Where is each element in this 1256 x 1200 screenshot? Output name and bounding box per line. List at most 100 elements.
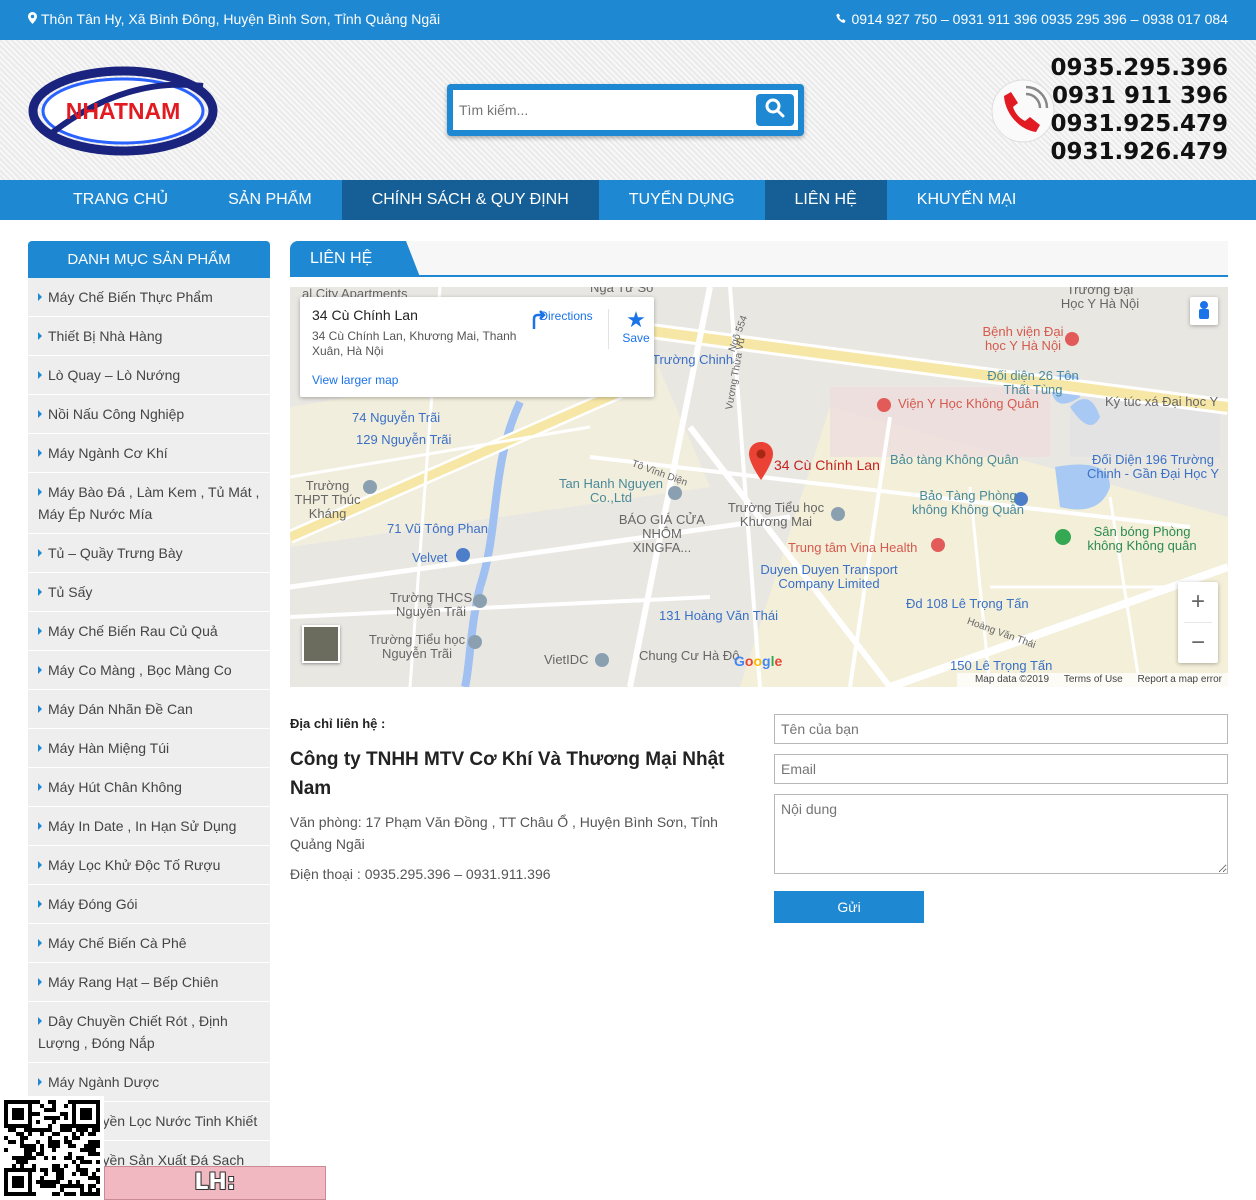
sidebar-category-item[interactable]: Máy Ngành Cơ Khí bbox=[28, 434, 270, 473]
qr-code bbox=[0, 1096, 104, 1200]
map-place-title: 34 Cù Chính Lan bbox=[312, 307, 418, 323]
caret-right-icon bbox=[38, 900, 42, 908]
view-larger-map-link[interactable]: View larger map bbox=[312, 373, 398, 387]
sidebar-category-label: Máy Ngành Dược bbox=[48, 1074, 160, 1090]
sidebar-category-item[interactable]: Máy Hút Chân Không bbox=[28, 768, 270, 807]
map-place-label[interactable]: Đd 108 Lê Trọng Tấn bbox=[906, 597, 1029, 611]
nav-item-contact[interactable]: LIÊN HỆ bbox=[764, 180, 887, 220]
map-place-label[interactable]: Trường Đại Học Y Hà Nội bbox=[1055, 287, 1145, 311]
map-place-label[interactable]: Viện Y Học Không Quân bbox=[898, 397, 1039, 411]
hotline-number[interactable]: 0931.925.479 bbox=[1050, 110, 1228, 138]
sidebar-category-item[interactable]: Máy In Date , In Hạn Sử Dụng bbox=[28, 807, 270, 846]
sidebar-category-label: Máy Rang Hạt – Bếp Chiên bbox=[48, 974, 219, 990]
search-button[interactable] bbox=[756, 94, 794, 126]
map-place-label[interactable]: Sân bóng Phòng không Không quân bbox=[1082, 525, 1202, 553]
map-place-label[interactable]: 74 Nguyễn Trãi bbox=[352, 411, 440, 425]
map-place-label[interactable]: 131 Hoàng Văn Thái bbox=[659, 609, 778, 623]
map-place-label[interactable]: Trường Tiểu học Khương Mai bbox=[726, 501, 826, 529]
nav-item-recruitment[interactable]: TUYỂN DỤNG bbox=[599, 180, 765, 220]
map-place-label[interactable]: Velvet bbox=[412, 551, 447, 565]
map-place-label[interactable]: Trường Tiểu học Nguyễn Trãi bbox=[362, 633, 472, 661]
sidebar-category-item[interactable]: Tủ – Quầy Trưng Bày bbox=[28, 534, 270, 573]
top-phones: 0914 927 750 – 0931 911 396 0935 295 396… bbox=[836, 11, 1228, 27]
nav-item-home[interactable]: TRANG CHỦ bbox=[43, 180, 198, 220]
zoom-in-button[interactable]: + bbox=[1178, 582, 1218, 622]
save-button[interactable]: ★ Save bbox=[606, 309, 666, 346]
sidebar-category-item[interactable]: Máy Chế Biến Thực Phẩm bbox=[28, 278, 270, 317]
caret-right-icon bbox=[38, 588, 42, 596]
sidebar-category-item[interactable]: Máy Lọc Khử Độc Tố Rượu bbox=[28, 846, 270, 885]
sidebar-category-label: Máy Chế Biến Cà Phê bbox=[48, 935, 187, 951]
map-place-label[interactable]: Trung tâm Vina Health bbox=[788, 541, 917, 555]
hotline-number[interactable]: 0931 911 396 bbox=[1050, 82, 1228, 110]
street-view-pegman-icon[interactable] bbox=[1190, 297, 1218, 325]
map-place-label[interactable]: Đối diện 26 Tôn Thất Tùng bbox=[978, 369, 1088, 397]
map-place-label[interactable]: VietIDC bbox=[544, 653, 589, 667]
map-place-label[interactable]: Trường THCS Nguyễn Trãi bbox=[386, 591, 476, 619]
nav-item-promotions[interactable]: KHUYẾN MẠI bbox=[887, 180, 1047, 220]
nav-item-products[interactable]: SẢN PHẨM bbox=[198, 180, 342, 220]
sidebar-category-label: Nồi Nấu Công Nghiệp bbox=[48, 406, 185, 422]
map-place-label[interactable]: 150 Lê Trọng Tấn bbox=[950, 659, 1052, 673]
map-place-label[interactable]: Duyen Duyen Transport Company Limited bbox=[754, 563, 904, 591]
sidebar-category-item[interactable]: Nồi Nấu Công Nghiệp bbox=[28, 395, 270, 434]
sidebar-category-item[interactable]: Máy Bào Đá , Làm Kem , Tủ Mát , Máy Ép N… bbox=[28, 473, 270, 534]
search-input[interactable] bbox=[453, 90, 798, 130]
map-place-label[interactable]: Bệnh viện Đại học Y Hà Nội bbox=[978, 325, 1068, 353]
map-place-label[interactable]: Trường Chinh bbox=[652, 353, 733, 367]
sidebar-category-label: Máy Ngành Cơ Khí bbox=[48, 445, 168, 461]
sidebar-category-item[interactable]: Máy Co Màng , Bọc Màng Co bbox=[28, 651, 270, 690]
terms-link[interactable]: Terms of Use bbox=[1064, 674, 1123, 685]
message-field[interactable] bbox=[774, 794, 1228, 874]
caret-right-icon bbox=[38, 549, 42, 557]
map-place-label[interactable]: Trường THPT Thúc Kháng bbox=[290, 479, 365, 521]
name-field[interactable] bbox=[774, 714, 1228, 744]
map-place-label[interactable]: Đối Diện 196 Trường Chinh - Gần Đại Học … bbox=[1078, 453, 1228, 481]
contact-address-label: Địa chỉ liên hệ : bbox=[290, 716, 386, 731]
map-place-label[interactable]: Bảo tàng Không Quân bbox=[890, 453, 1019, 467]
save-label: Save bbox=[622, 331, 650, 345]
google-logo: Google bbox=[734, 653, 783, 669]
nav-item-policies[interactable]: CHÍNH SÁCH & QUY ĐỊNH bbox=[341, 180, 599, 220]
map-place-label[interactable]: Tan Hanh Nguyen Co.,Ltd bbox=[556, 477, 666, 505]
logo[interactable]: NHATNAM bbox=[28, 66, 218, 156]
contact-badge[interactable]: LH: hoangweb.net bbox=[104, 1166, 326, 1200]
caret-right-icon bbox=[38, 410, 42, 418]
contact-info: Địa chỉ liên hệ : Công ty TNHH MTV Cơ Kh… bbox=[290, 716, 730, 885]
directions-button[interactable]: Directions bbox=[528, 309, 604, 329]
map-place-label[interactable]: 71 Vũ Tông Phan bbox=[387, 522, 488, 536]
sidebar-category-item[interactable]: Thiết Bị Nhà Hàng bbox=[28, 317, 270, 356]
section-tab-contact: LIÊN HỆ bbox=[290, 241, 420, 277]
send-button[interactable]: Gửi bbox=[774, 891, 924, 923]
sidebar-category-label: Thiết Bị Nhà Hàng bbox=[48, 328, 163, 344]
sidebar-category-item[interactable]: Dây Chuyền Chiết Rót , Định Lượng , Đóng… bbox=[28, 1002, 270, 1063]
map-place-label[interactable]: 129 Nguyễn Trãi bbox=[356, 433, 451, 447]
hotline-number[interactable]: 0931.926.479 bbox=[1050, 138, 1228, 166]
sidebar-category-item[interactable]: Máy Đóng Gói bbox=[28, 885, 270, 924]
email-field[interactable] bbox=[774, 754, 1228, 784]
google-map[interactable]: Nga Tư So al City Apartments Ngõ 554 Trường… bbox=[290, 287, 1228, 687]
sidebar-category-item[interactable]: Máy Dán Nhãn Đề Can bbox=[28, 690, 270, 729]
sidebar-category-item[interactable]: Tủ Sấy bbox=[28, 573, 270, 612]
sidebar-category-label: Máy Hàn Miệng Túi bbox=[48, 740, 170, 756]
sidebar-category-item[interactable]: Máy Hàn Miệng Túi bbox=[28, 729, 270, 768]
sidebar-category-item[interactable]: Máy Chế Biến Cà Phê bbox=[28, 924, 270, 963]
product-category-sidebar: DANH MỤC SẢN PHẨM Máy Chế Biến Thực Phẩm… bbox=[28, 241, 270, 1180]
sidebar-category-item[interactable]: Máy Chế Biến Rau Củ Quả bbox=[28, 612, 270, 651]
main-content: LIÊN HỆ Nga Tư So al City Apartments Ngõ… bbox=[290, 241, 1228, 923]
sidebar-category-label: Tủ – Quầy Trưng Bày bbox=[48, 545, 183, 561]
map-place-label[interactable]: BÁO GIÁ CỬA NHÔM XINGFA... bbox=[612, 513, 712, 555]
map-place-label[interactable]: Chung Cư Hà Đô bbox=[639, 649, 739, 663]
satellite-toggle-thumbnail[interactable] bbox=[302, 625, 340, 663]
map-place-label[interactable]: Nga Tư So bbox=[590, 287, 653, 295]
sidebar-category-item[interactable]: Máy Rang Hạt – Bếp Chiên bbox=[28, 963, 270, 1002]
hotline-number[interactable]: 0935.295.396 bbox=[1050, 54, 1228, 82]
sidebar-category-item[interactable]: Lò Quay – Lò Nướng bbox=[28, 356, 270, 395]
zoom-out-button[interactable]: − bbox=[1178, 623, 1218, 663]
report-error-link[interactable]: Report a map error bbox=[1138, 674, 1222, 685]
top-phones-text: 0914 927 750 – 0931 911 396 0935 295 396… bbox=[851, 11, 1228, 27]
sidebar-category-label: Máy In Date , In Hạn Sử Dụng bbox=[48, 818, 237, 834]
map-place-label[interactable]: Bảo Tàng Phòng không Không Quân bbox=[908, 489, 1028, 517]
logo-text: NHATNAM bbox=[66, 98, 181, 124]
map-place-label[interactable]: Ký túc xá Đại học Y bbox=[1105, 395, 1218, 409]
